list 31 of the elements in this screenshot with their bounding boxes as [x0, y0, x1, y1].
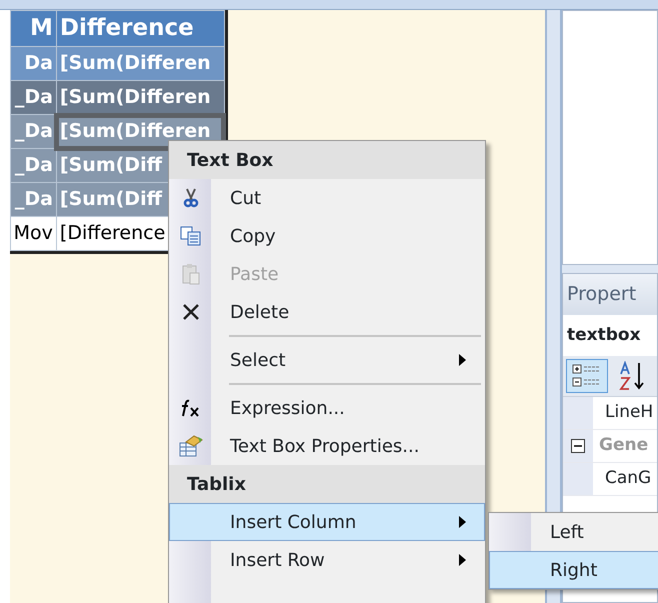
submenu-arrow-icon [459, 516, 466, 528]
properties-icon [178, 434, 204, 458]
object-name: textbox [566, 324, 642, 346]
toolbar-button[interactable] [566, 359, 608, 393]
column-header: M [10, 10, 56, 46]
menu-section-header: Text Box [169, 141, 485, 179]
collapse-icon[interactable] [571, 439, 585, 453]
table-cell[interactable]: [Sum(Differen [56, 80, 224, 114]
menu-section-header: Tablix [169, 465, 485, 503]
menu-item[interactable]: Insert Row [169, 541, 485, 579]
table-cell[interactable]: _Da [10, 80, 56, 114]
property-name: CanG [604, 467, 652, 490]
menu-item[interactable]: Expression... [169, 389, 485, 427]
copy-icon [180, 226, 202, 246]
menu-item[interactable]: Delete [169, 293, 485, 331]
menu-item[interactable]: Right [489, 551, 658, 589]
clipboard-icon [181, 263, 201, 285]
scissors-icon [183, 188, 199, 208]
column-header: Difference [56, 10, 224, 46]
menu-item[interactable]: Insert Column [169, 503, 485, 541]
category-label: Gene [598, 434, 648, 458]
categorized-icon [572, 363, 602, 389]
menu-item[interactable]: Select [169, 341, 485, 379]
submenu-arrow-icon [459, 554, 466, 566]
property-name: LineH [604, 401, 654, 424]
submenu-arrow-icon [459, 354, 466, 366]
panel-title: Propert [563, 274, 657, 314]
menu-item[interactable]: Left [489, 513, 658, 551]
delete-icon [182, 303, 200, 321]
menu-item[interactable]: Text Box Properties... [169, 427, 485, 465]
table-cell[interactable]: Mov [10, 216, 56, 250]
